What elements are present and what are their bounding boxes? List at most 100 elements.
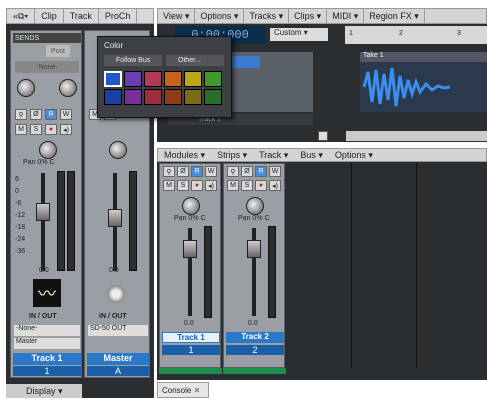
c1-phase-icon[interactable]: Ø bbox=[177, 166, 189, 177]
console-menu-modules[interactable]: Modules ▾ bbox=[158, 150, 211, 161]
menu-tracks[interactable]: Tracks ▾ bbox=[244, 9, 290, 23]
track-menu-bar: View ▾ Options ▾ Tracks ▾ Clips ▾ MIDI ▾… bbox=[157, 8, 487, 24]
c2-monitor-icon[interactable]: ◂) bbox=[269, 180, 281, 191]
io-label: IN / OUT bbox=[29, 313, 57, 320]
menu-clips[interactable]: Clips ▾ bbox=[289, 9, 328, 23]
c2-write-button[interactable]: W bbox=[269, 166, 281, 177]
track-view-toggle-icon[interactable] bbox=[318, 131, 328, 141]
master-volume-fader[interactable] bbox=[108, 209, 122, 227]
c2-solo-button[interactable]: S bbox=[241, 180, 253, 191]
c1-track-name[interactable]: Track 1 bbox=[162, 332, 220, 343]
menu-region-fx[interactable]: Region FX ▾ bbox=[364, 9, 425, 23]
color-swatch[interactable] bbox=[164, 89, 182, 105]
display-button[interactable]: Display ▾ bbox=[6, 384, 82, 398]
color-swatch[interactable] bbox=[144, 71, 162, 87]
c1-read-button[interactable]: R bbox=[191, 166, 203, 177]
master-output-select[interactable]: SD-50 OUT bbox=[88, 325, 148, 336]
horizontal-scrollbar[interactable] bbox=[346, 131, 487, 141]
master-pan-knob[interactable] bbox=[109, 141, 127, 159]
c1-solo-button[interactable]: S bbox=[177, 180, 189, 191]
menu-midi[interactable]: MIDI ▾ bbox=[327, 9, 365, 23]
sends-label: SENDS bbox=[15, 34, 40, 42]
c1-mute-button[interactable]: M bbox=[163, 180, 175, 191]
color-swatch[interactable] bbox=[164, 71, 182, 87]
c1-monitor-icon[interactable]: ◂) bbox=[205, 180, 217, 191]
close-icon[interactable]: ✕ bbox=[194, 386, 201, 395]
color-swatch[interactable] bbox=[104, 71, 122, 87]
c2-pan-knob[interactable] bbox=[246, 197, 264, 215]
console-menu-strips[interactable]: Strips ▾ bbox=[211, 150, 253, 161]
sends-header[interactable]: SENDS bbox=[13, 33, 81, 43]
inspector-track-strip: SENDS Post -None- ⚲ Ø R W M S ● ◂) Pan 0… bbox=[10, 30, 82, 378]
c2-color-strip bbox=[223, 368, 286, 374]
console-menu-options[interactable]: Options ▾ bbox=[329, 150, 379, 161]
master-io-label: IN / OUT bbox=[99, 313, 127, 320]
volume-fader[interactable] bbox=[36, 203, 50, 221]
collapse-arrows-icon[interactable]: «⧉▾ bbox=[7, 9, 36, 23]
console-menu-track[interactable]: Track ▾ bbox=[253, 150, 294, 161]
c2-track-number: 2 bbox=[226, 345, 284, 355]
c1-fader-value: 0.0 bbox=[184, 320, 194, 327]
color-swatch[interactable] bbox=[184, 71, 202, 87]
record-arm-icon[interactable]: ● bbox=[45, 124, 57, 135]
c2-fader-value: 0.0 bbox=[248, 320, 258, 327]
menu-proch[interactable]: ProCh bbox=[99, 9, 138, 23]
solo-button[interactable]: S bbox=[30, 124, 42, 135]
color-swatch[interactable] bbox=[204, 71, 222, 87]
c2-pan-label: Pan 0% C bbox=[238, 215, 270, 222]
color-swatch[interactable] bbox=[124, 89, 142, 105]
c2-record-arm-icon[interactable]: ● bbox=[255, 180, 267, 191]
level-meter bbox=[57, 171, 65, 271]
c2-track-name[interactable]: Track 2 bbox=[226, 332, 284, 343]
color-swatch[interactable] bbox=[104, 89, 122, 105]
send-level-knob[interactable] bbox=[17, 79, 35, 97]
menu-options[interactable]: Options ▾ bbox=[195, 9, 245, 23]
color-swatch[interactable] bbox=[144, 89, 162, 105]
left-menu-bar: «⧉▾ Clip Track ProCh bbox=[6, 8, 154, 24]
c1-record-arm-icon[interactable]: ● bbox=[191, 180, 203, 191]
console-strip-track-1: ⚲ Ø R W M S ● ◂) Pan 0% C 0.0 Track 1 1 bbox=[159, 163, 221, 368]
mode-select[interactable]: Custom ▾ bbox=[270, 28, 328, 41]
phase-icon[interactable]: Ø bbox=[30, 109, 42, 120]
speaker-icon bbox=[107, 285, 125, 303]
console-empty-column-1 bbox=[287, 163, 352, 368]
input-echo-icon[interactable]: ⚲ bbox=[15, 109, 27, 120]
other-color-button[interactable]: Other... bbox=[166, 55, 224, 66]
color-swatch[interactable] bbox=[124, 71, 142, 87]
console-menu-bus[interactable]: Bus ▾ bbox=[294, 150, 329, 161]
c1-volume-fader[interactable] bbox=[183, 240, 197, 258]
c1-write-button[interactable]: W bbox=[205, 166, 217, 177]
pan-knob[interactable] bbox=[39, 141, 57, 159]
send-select[interactable]: -None- bbox=[15, 61, 79, 73]
follow-bus-checkbox[interactable]: Follow Bus bbox=[104, 55, 162, 66]
mute-button[interactable]: M bbox=[15, 124, 27, 135]
master-name[interactable]: Master bbox=[87, 353, 149, 365]
menu-view[interactable]: View ▾ bbox=[158, 9, 196, 23]
input-monitor-icon[interactable]: ◂) bbox=[60, 124, 72, 135]
tab-console[interactable]: Console ✕ bbox=[157, 382, 209, 398]
c2-read-button[interactable]: R bbox=[255, 166, 267, 177]
color-popup: Color Follow Bus Other... bbox=[97, 36, 232, 118]
read-button[interactable]: R bbox=[45, 109, 57, 120]
c1-pan-knob[interactable] bbox=[182, 197, 200, 215]
track-name[interactable]: Track 1 bbox=[13, 353, 81, 365]
clip-take-1[interactable]: Take 1 bbox=[360, 52, 487, 112]
color-swatch[interactable] bbox=[204, 89, 222, 105]
console-strip-track-2: ⚲ Ø R W M S ● ◂) Pan 0% C 0.0 Track 2 2 bbox=[223, 163, 285, 368]
c2-input-echo-icon[interactable]: ⚲ bbox=[227, 166, 239, 177]
menu-track[interactable]: Track bbox=[64, 9, 99, 23]
c1-input-echo-icon[interactable]: ⚲ bbox=[163, 166, 175, 177]
c2-mute-button[interactable]: M bbox=[227, 180, 239, 191]
input-select[interactable]: -None- bbox=[14, 325, 80, 336]
send-pan-knob[interactable] bbox=[59, 79, 77, 97]
color-swatch[interactable] bbox=[184, 89, 202, 105]
write-button[interactable]: W bbox=[60, 109, 72, 120]
post-button[interactable]: Post bbox=[46, 45, 70, 57]
c2-phase-icon[interactable]: Ø bbox=[241, 166, 253, 177]
menu-clip[interactable]: Clip bbox=[35, 9, 64, 23]
c2-volume-fader[interactable] bbox=[247, 240, 261, 258]
output-select[interactable]: Master bbox=[14, 338, 80, 349]
console-menu-bar: Modules ▾ Strips ▾ Track ▾ Bus ▾ Options… bbox=[157, 148, 487, 162]
fader-value: 0.0 bbox=[39, 267, 49, 274]
timeline-ruler[interactable]: 1 2 3 bbox=[345, 26, 487, 44]
